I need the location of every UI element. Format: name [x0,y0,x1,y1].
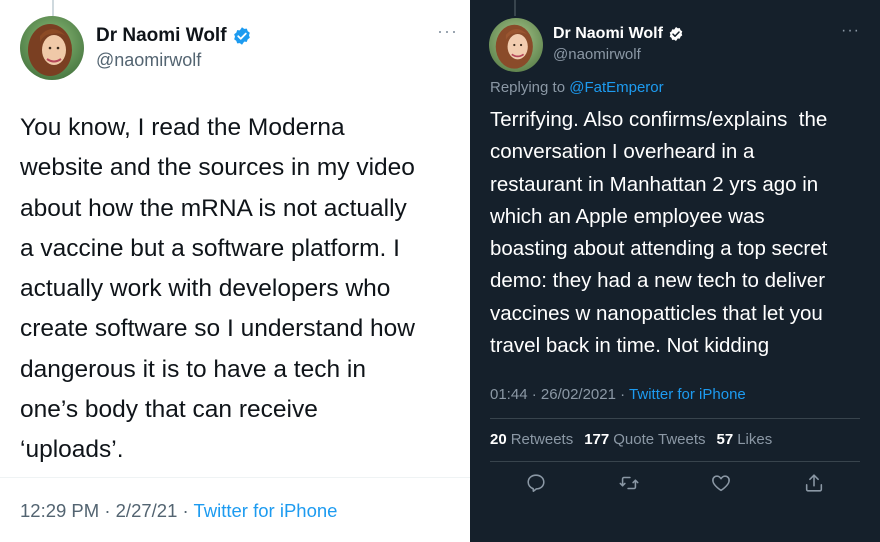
avatar[interactable] [20,16,84,80]
likes-label: Likes [737,431,773,448]
author-name[interactable]: Dr Naomi Wolf [553,25,663,43]
tweet-text-line: demo: they had a new tech to deliver [490,269,826,293]
action-bar [470,472,880,496]
retweet-icon[interactable] [618,472,640,494]
tweet-source-link[interactable]: Twitter for iPhone [629,386,746,403]
replying-to-label: Replying to [490,79,566,96]
meta-separator: · [615,386,630,403]
divider [490,418,860,419]
reply-icon[interactable] [525,472,547,494]
meta-separator: · [99,500,116,521]
like-icon[interactable] [710,472,732,494]
tweet-text-line: website and the sources in my video [20,154,415,182]
avatar-image [20,16,84,80]
quote-tweets-stat[interactable]: 177 Quote Tweets [584,431,705,448]
divider [0,477,470,478]
avatar-image [489,18,543,72]
more-options-icon[interactable]: ··· [841,23,860,39]
light-tweet-panel: Dr Naomi Wolf @naomirwolf ··· You know, … [0,0,470,542]
meta-separator: · [527,386,541,403]
meta-separator: · [177,500,194,521]
verified-badge-icon [668,26,684,42]
dark-tweet-panel: Dr Naomi Wolf @naomirwolf ··· Replying t… [470,0,880,542]
tweet-text-line: actually work with developers who [20,275,391,303]
tweet-text-line: about how the mRNA is not actually [20,194,407,222]
quote-tweets-label: Quote Tweets [613,431,706,448]
tweet-text-line: ‘uploads’. [20,436,124,464]
engagement-stats: 20 Retweets 177 Quote Tweets 57 Likes [490,431,783,448]
share-icon[interactable] [803,472,825,494]
author-handle[interactable]: @naomirwolf [553,46,641,63]
retweets-stat[interactable]: 20 Retweets [490,431,573,448]
tweet-time[interactable]: 01:44 [490,386,528,403]
avatar[interactable] [489,18,543,72]
tweet-text-line: restaurant in Manhattan 2 yrs ago in [490,172,819,196]
author-handle[interactable]: @naomirwolf [96,50,201,71]
retweets-count: 20 [490,431,507,448]
tweet-text: You know, I read the Moderna website and… [20,108,464,471]
tweet-text-line: boasting about attending a top secret [490,237,828,261]
likes-stat[interactable]: 57 Likes [717,431,773,448]
tweet-date[interactable]: 26/02/2021 [541,386,616,403]
tweet-text-line: which an Apple employee was [490,204,765,228]
thread-connector-line [514,0,516,16]
verified-badge-icon [232,26,252,46]
more-options-icon[interactable]: ··· [437,22,458,40]
tweet-timestamp: 01:44 · 26/02/2021 · Twitter for iPhone [490,386,746,403]
author-name-row[interactable]: Dr Naomi Wolf [96,25,252,47]
tweet-text-line: You know, I read the Moderna [20,114,345,141]
tweet-source-link[interactable]: Twitter for iPhone [193,500,337,521]
tweet-text-line: one’s body that can receive [20,396,318,424]
replying-to: Replying to @FatEmperor [490,79,664,96]
tweet-text: Terrifying. Also confirms/explains the c… [490,104,870,362]
tweet-text-line: Terrifying. Also confirms/explains the [490,108,828,131]
divider [490,461,860,462]
tweet-text-line: vaccines w nanopatticles that let you [490,301,823,325]
tweet-text-line: travel back in time. Not kidding [490,334,770,358]
tweet-text-line: conversation I overheard in a [490,140,755,164]
tweet-text-line: a vaccine but a software platform. I [20,234,400,262]
thread-connector-line [52,0,54,16]
tweet-date[interactable]: 2/27/21 [116,500,178,521]
likes-count: 57 [716,431,734,448]
replying-to-mention[interactable]: @FatEmperor [569,79,663,96]
quote-tweets-count: 177 [584,431,610,448]
author-name[interactable]: Dr Naomi Wolf [96,25,227,47]
retweets-label: Retweets [510,431,574,448]
tweet-time[interactable]: 12:29 PM [20,500,99,521]
tweet-text-line: create software so I understand how [20,315,415,343]
tweet-timestamp: 12:29 PM · 2/27/21 · Twitter for iPhone [20,500,337,522]
author-name-row[interactable]: Dr Naomi Wolf [553,25,684,43]
tweet-text-line: dangerous it is to have a tech in [20,355,366,383]
